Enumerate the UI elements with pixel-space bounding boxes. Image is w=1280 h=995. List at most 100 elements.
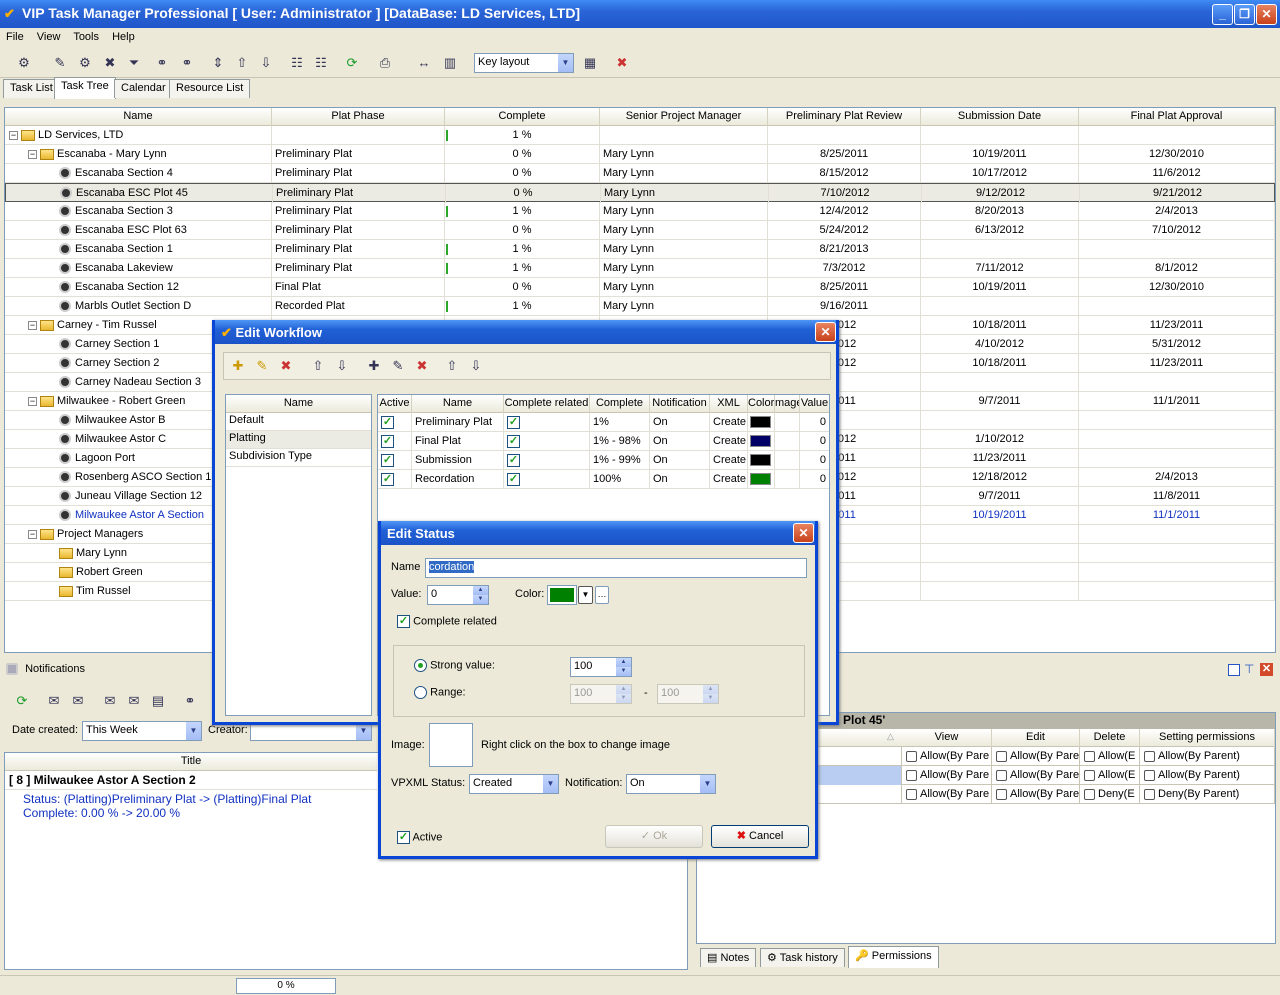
active-checkbox[interactable]: ✓ [378, 451, 412, 470]
task-name-cell[interactable]: Escanaba Section 1 [5, 240, 272, 259]
print-icon[interactable]: ⎙ [375, 53, 395, 73]
tab-permissions[interactable]: 🔑 Permissions [848, 946, 939, 968]
mark-read-icon[interactable]: ✉ [44, 691, 64, 711]
details-icon[interactable]: ✉ [124, 691, 144, 711]
strong-value-radio[interactable]: Strong value: [414, 659, 495, 672]
ok-button[interactable]: ✓ Ok [605, 825, 703, 848]
col-xml-status[interactable]: XML sta [710, 395, 748, 413]
menu-view[interactable]: View [37, 31, 61, 43]
col-status-complete[interactable]: Complete [590, 395, 650, 413]
notification-combo[interactable]: On ▼ [626, 774, 716, 794]
new-task-icon[interactable]: ⚙ [14, 53, 34, 73]
table-row[interactable]: ✓ Preliminary Plat ✓ 1% On Create 0 [378, 413, 829, 432]
complete-related-checkbox[interactable]: ✓ [504, 413, 590, 432]
restore-panel-icon[interactable] [1228, 664, 1240, 676]
table-row[interactable]: Escanaba Lakeview Preliminary Plat 1 % Mary… [5, 259, 1275, 278]
col-active[interactable]: Active [378, 395, 412, 413]
delete-task-icon[interactable]: ✖ [100, 53, 120, 73]
status-close-button[interactable]: ✕ [793, 523, 814, 543]
col-image[interactable]: mage [775, 395, 800, 413]
table-row[interactable]: ✓ Submission ✓ 1% - 99% On Create 0 [378, 451, 829, 470]
permission-cell[interactable]: Allow(By Pare [992, 747, 1080, 766]
menu-help[interactable]: Help [112, 31, 135, 43]
permission-cell[interactable]: Allow(By Pare [902, 785, 992, 804]
move-up-icon[interactable]: ⇧ [308, 356, 328, 376]
layout-save-icon[interactable]: ▦ [580, 53, 600, 73]
status-up-icon[interactable]: ⇧ [442, 356, 462, 376]
task-name-cell[interactable]: Escanaba Section 4 [5, 164, 272, 183]
tab-task-tree[interactable]: Task Tree [54, 77, 116, 99]
col-complete-related[interactable]: Complete related [504, 395, 590, 413]
permission-cell[interactable]: Allow(By Pare [902, 747, 992, 766]
edit-status-icon[interactable]: ✎ [388, 356, 408, 376]
workflow-close-button[interactable]: ✕ [815, 322, 836, 342]
complete-related-checkbox[interactable]: ✓ [504, 470, 590, 489]
active-checkbox[interactable]: ✓ [378, 470, 412, 489]
permission-cell[interactable]: Allow(By Pare [992, 766, 1080, 785]
task-name-cell[interactable]: Escanaba Lakeview [5, 259, 272, 278]
col-name[interactable]: Name [5, 108, 272, 126]
permission-cell[interactable]: Allow(E [1080, 747, 1140, 766]
image-box[interactable] [429, 723, 473, 767]
permission-cell[interactable]: Allow(By Parent) [1140, 747, 1275, 766]
workflow-item-subdivision[interactable]: Subdivision Type [226, 449, 371, 467]
minimize-button[interactable]: _ [1212, 4, 1233, 25]
filter-icon[interactable]: ⏷ [124, 53, 144, 73]
table-row[interactable]: Escanaba ESC Plot 63 Preliminary Plat 0 % M… [5, 221, 1275, 240]
active-checkbox[interactable]: ✓ [378, 413, 412, 432]
open-icon[interactable]: ✉ [100, 691, 120, 711]
permission-cell[interactable]: Allow(By Parent) [1140, 766, 1275, 785]
color-swatch[interactable] [547, 585, 577, 605]
complete-related-checkbox[interactable]: ✓ Complete related [397, 615, 497, 628]
tab-calendar[interactable]: Calendar [114, 79, 173, 98]
menu-file[interactable]: File [6, 31, 24, 43]
task-name-cell[interactable]: Escanaba ESC Plot 63 [5, 221, 272, 240]
collapse-icon[interactable]: − [9, 130, 18, 140]
table-row[interactable]: − LD Services, LTD 1 % [5, 126, 1275, 145]
add-status-icon[interactable]: ✚ [364, 356, 384, 376]
edit-task-icon[interactable]: ✎ [50, 53, 70, 73]
table-row[interactable]: Escanaba ESC Plot 45 Preliminary Plat 0 % M… [5, 183, 1275, 203]
color-dropdown-icon[interactable]: ▼ [578, 586, 593, 604]
task-name-cell[interactable]: − LD Services, LTD [5, 126, 272, 145]
col-setting-permissions[interactable]: Setting permissions [1140, 729, 1275, 747]
task-name-cell[interactable]: Escanaba ESC Plot 45 [6, 184, 273, 203]
menu-tools[interactable]: Tools [73, 31, 99, 43]
move-down-icon[interactable]: ⇩ [256, 53, 276, 73]
refresh-icon[interactable]: ⟳ [342, 53, 362, 73]
col-delete[interactable]: Delete [1080, 729, 1140, 747]
table-row[interactable]: Escanaba Section 12 Final Plat 0 % Mary Lyn… [5, 278, 1275, 297]
status-down-icon[interactable]: ⇩ [466, 356, 486, 376]
move-updown-icon[interactable]: ⇕ [208, 53, 228, 73]
col-complete[interactable]: Complete [445, 108, 600, 126]
date-created-combo[interactable]: This Week ▼ [82, 721, 202, 741]
vpxml-status-combo[interactable]: Created ▼ [469, 774, 559, 794]
task-name-cell[interactable]: Marbls Outlet Section D [5, 297, 272, 316]
table-row[interactable]: Escanaba Section 4 Preliminary Plat 0 % Mar… [5, 164, 1275, 183]
link-icon[interactable]: ⚭ [180, 691, 200, 711]
permission-cell[interactable]: Deny(E [1080, 785, 1140, 804]
table-row[interactable]: Escanaba Section 1 Preliminary Plat 1 % Mar… [5, 240, 1275, 259]
close-button[interactable]: ✕ [1256, 4, 1277, 25]
tab-resource-list[interactable]: Resource List [169, 79, 251, 98]
columns-icon[interactable]: ▥ [440, 53, 460, 73]
pin-icon[interactable]: ⊤ [1244, 662, 1254, 676]
complete-related-checkbox[interactable]: ✓ [504, 432, 590, 451]
workflow-item-platting[interactable]: Platting [226, 431, 371, 449]
move-up-icon[interactable]: ⇧ [232, 53, 252, 73]
collapse-icon[interactable]: − [28, 320, 37, 330]
notification-item-title[interactable]: [ 8 ] Milwaukee Astor A Section 2 [5, 771, 377, 790]
layout-combo[interactable]: Key layout ▼ [474, 53, 574, 73]
table-row[interactable]: ✓ Recordation ✓ 100% On Create 0 [378, 470, 829, 489]
properties-icon[interactable]: ▤ [148, 691, 168, 711]
table-row[interactable]: − Escanaba - Mary Lynn Preliminary Plat 0 %… [5, 145, 1275, 164]
task-name-cell[interactable]: − Escanaba - Mary Lynn [5, 145, 272, 164]
tab-task-list[interactable]: Task List [3, 79, 60, 98]
col-edit[interactable]: Edit [992, 729, 1080, 747]
strong-value-input[interactable]: 100 ▲ ▼ [570, 657, 632, 677]
edit-icon[interactable]: ✎ [252, 356, 272, 376]
col-prelim-review[interactable]: Preliminary Plat Review [768, 108, 921, 126]
workflow-list-header[interactable]: Name [226, 395, 371, 413]
subtask-icon[interactable]: ⚙ [75, 53, 95, 73]
tab-task-history[interactable]: ⚙ Task history [760, 948, 845, 967]
